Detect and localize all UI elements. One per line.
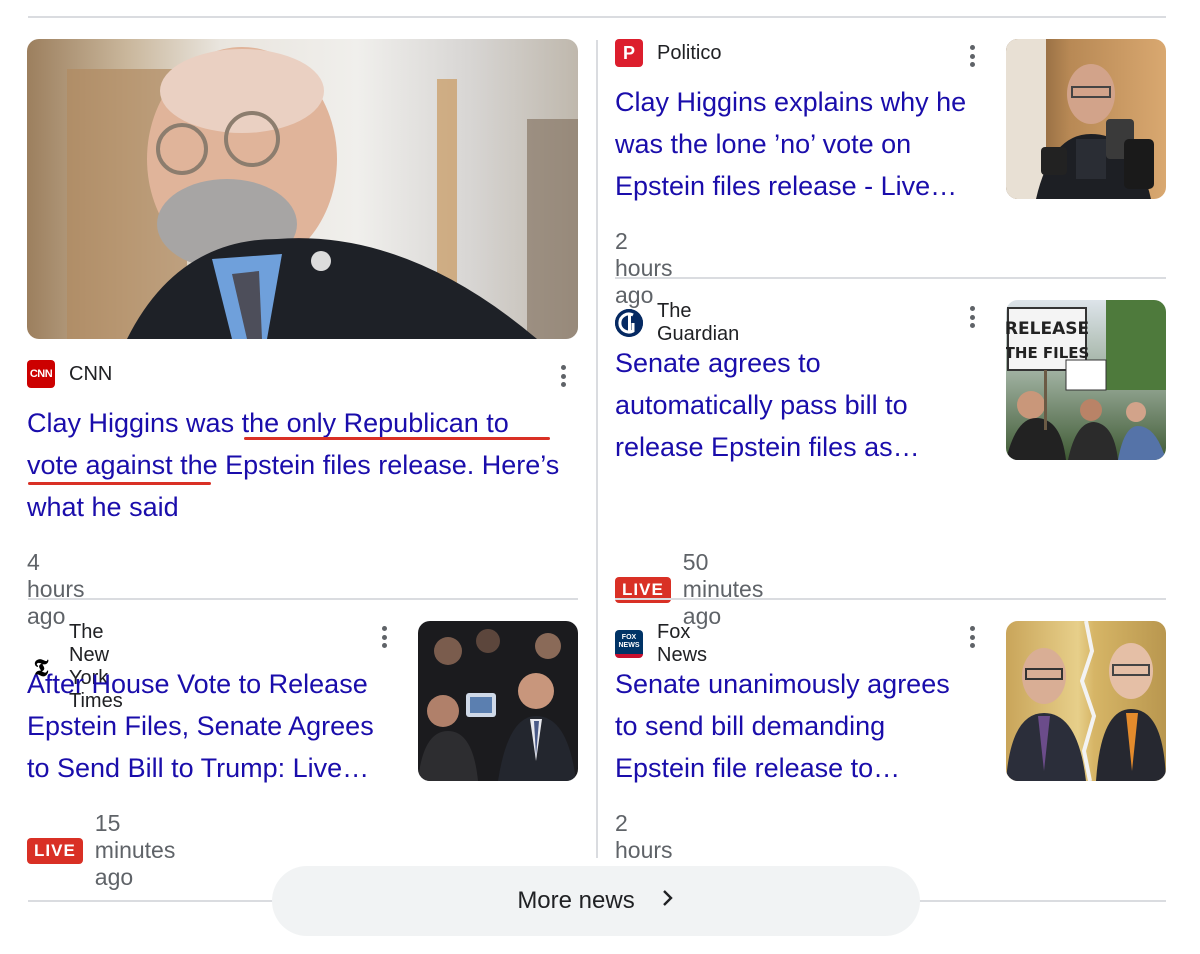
source-name: The Guardian [657,300,740,345]
protest-photo: RELEASE THE FILES [1006,300,1166,460]
cnn-logo-icon: CNN [27,360,55,388]
guardian-logo-icon [615,309,643,337]
title-line: to Send Bill to Trump: Live… [27,753,370,783]
title-line: Epstein Files, Senate Agrees [27,711,374,741]
fox-article-image[interactable] [1006,621,1166,781]
time-text: 4 hours ago [27,549,85,629]
source-guardian[interactable]: The Guardian [615,300,739,346]
time-text: 2 hours ago [615,228,673,308]
red-underline-annotation [28,482,211,485]
timestamp: LIVE 50 minutes ago [615,549,763,630]
card-divider [28,598,578,600]
source-name: Fox News [657,621,708,666]
timestamp: LIVE 15 minutes ago [27,810,175,891]
source-cnn[interactable]: CNN CNN [27,360,112,388]
crowd-photo [418,629,576,781]
source-name: CNN [69,362,113,385]
time-text: 50 minutes ago [682,549,764,629]
title-line: Senate unanimously agrees [615,669,950,699]
card-divider [615,277,1166,279]
column-divider [596,40,598,858]
more-options-icon[interactable] [553,361,573,391]
article-title-cnn[interactable]: Clay Higgins was the only Republican to … [27,402,592,528]
article-title-politico[interactable]: Clay Higgins explains why he was the lon… [615,81,995,207]
title-line: vote against the Epstein files release. … [27,450,560,480]
person-photo [1006,39,1154,199]
title-line: After House Vote to Release [27,669,368,699]
more-news-label: More news [517,887,635,914]
svg-text:RELEASE: RELEASE [1006,319,1089,339]
time-text: 15 minutes ago [94,810,176,890]
top-divider [28,16,1166,18]
title-line: Clay Higgins explains why he [615,87,967,117]
more-options-icon[interactable] [374,622,394,652]
title-line: Epstein files release - Live… [615,171,958,201]
article-title-guardian[interactable]: Senate agrees to automatically pass bill… [615,342,995,468]
card-divider [615,598,1166,600]
chevron-right-icon [661,887,675,915]
politico-article-image[interactable] [1006,39,1166,199]
title-line: Epstein file release to… [615,753,901,783]
title-line: Senate agrees to [615,348,821,378]
title-line: to send bill demanding [615,711,886,741]
live-badge: LIVE [27,837,83,864]
more-options-icon[interactable] [962,622,982,652]
source-politico[interactable]: P Politico [615,39,721,67]
person-photo [67,47,578,339]
nyt-article-image[interactable] [418,621,578,781]
timestamp: 2 hours ago [615,228,673,309]
more-news-button[interactable]: More news [272,866,920,936]
source-name: Politico [657,41,722,64]
source-fox[interactable]: FOX NEWS Fox News [615,621,707,667]
more-options-icon[interactable] [962,302,982,332]
more-options-icon[interactable] [962,41,982,71]
timestamp: 4 hours ago [27,549,85,630]
article-title-fox[interactable]: Senate unanimously agrees to send bill d… [615,663,995,789]
title-line: release Epstein files as… [615,432,920,462]
title-line: automatically pass bill to [615,390,908,420]
guardian-article-image[interactable]: RELEASE THE FILES [1006,300,1166,460]
title-line: what he said [27,492,179,522]
red-underline-annotation [244,437,550,440]
article-title-nyt[interactable]: After House Vote to Release Epstein File… [27,663,407,789]
split-portrait-photo [1006,621,1166,781]
fox-news-logo-icon: FOX NEWS [615,630,643,658]
politico-logo-icon: P [615,39,643,67]
svg-text:THE FILES: THE FILES [1006,344,1089,362]
cnn-article-image[interactable] [27,39,578,339]
title-line: was the lone ’no’ vote on [615,129,912,159]
